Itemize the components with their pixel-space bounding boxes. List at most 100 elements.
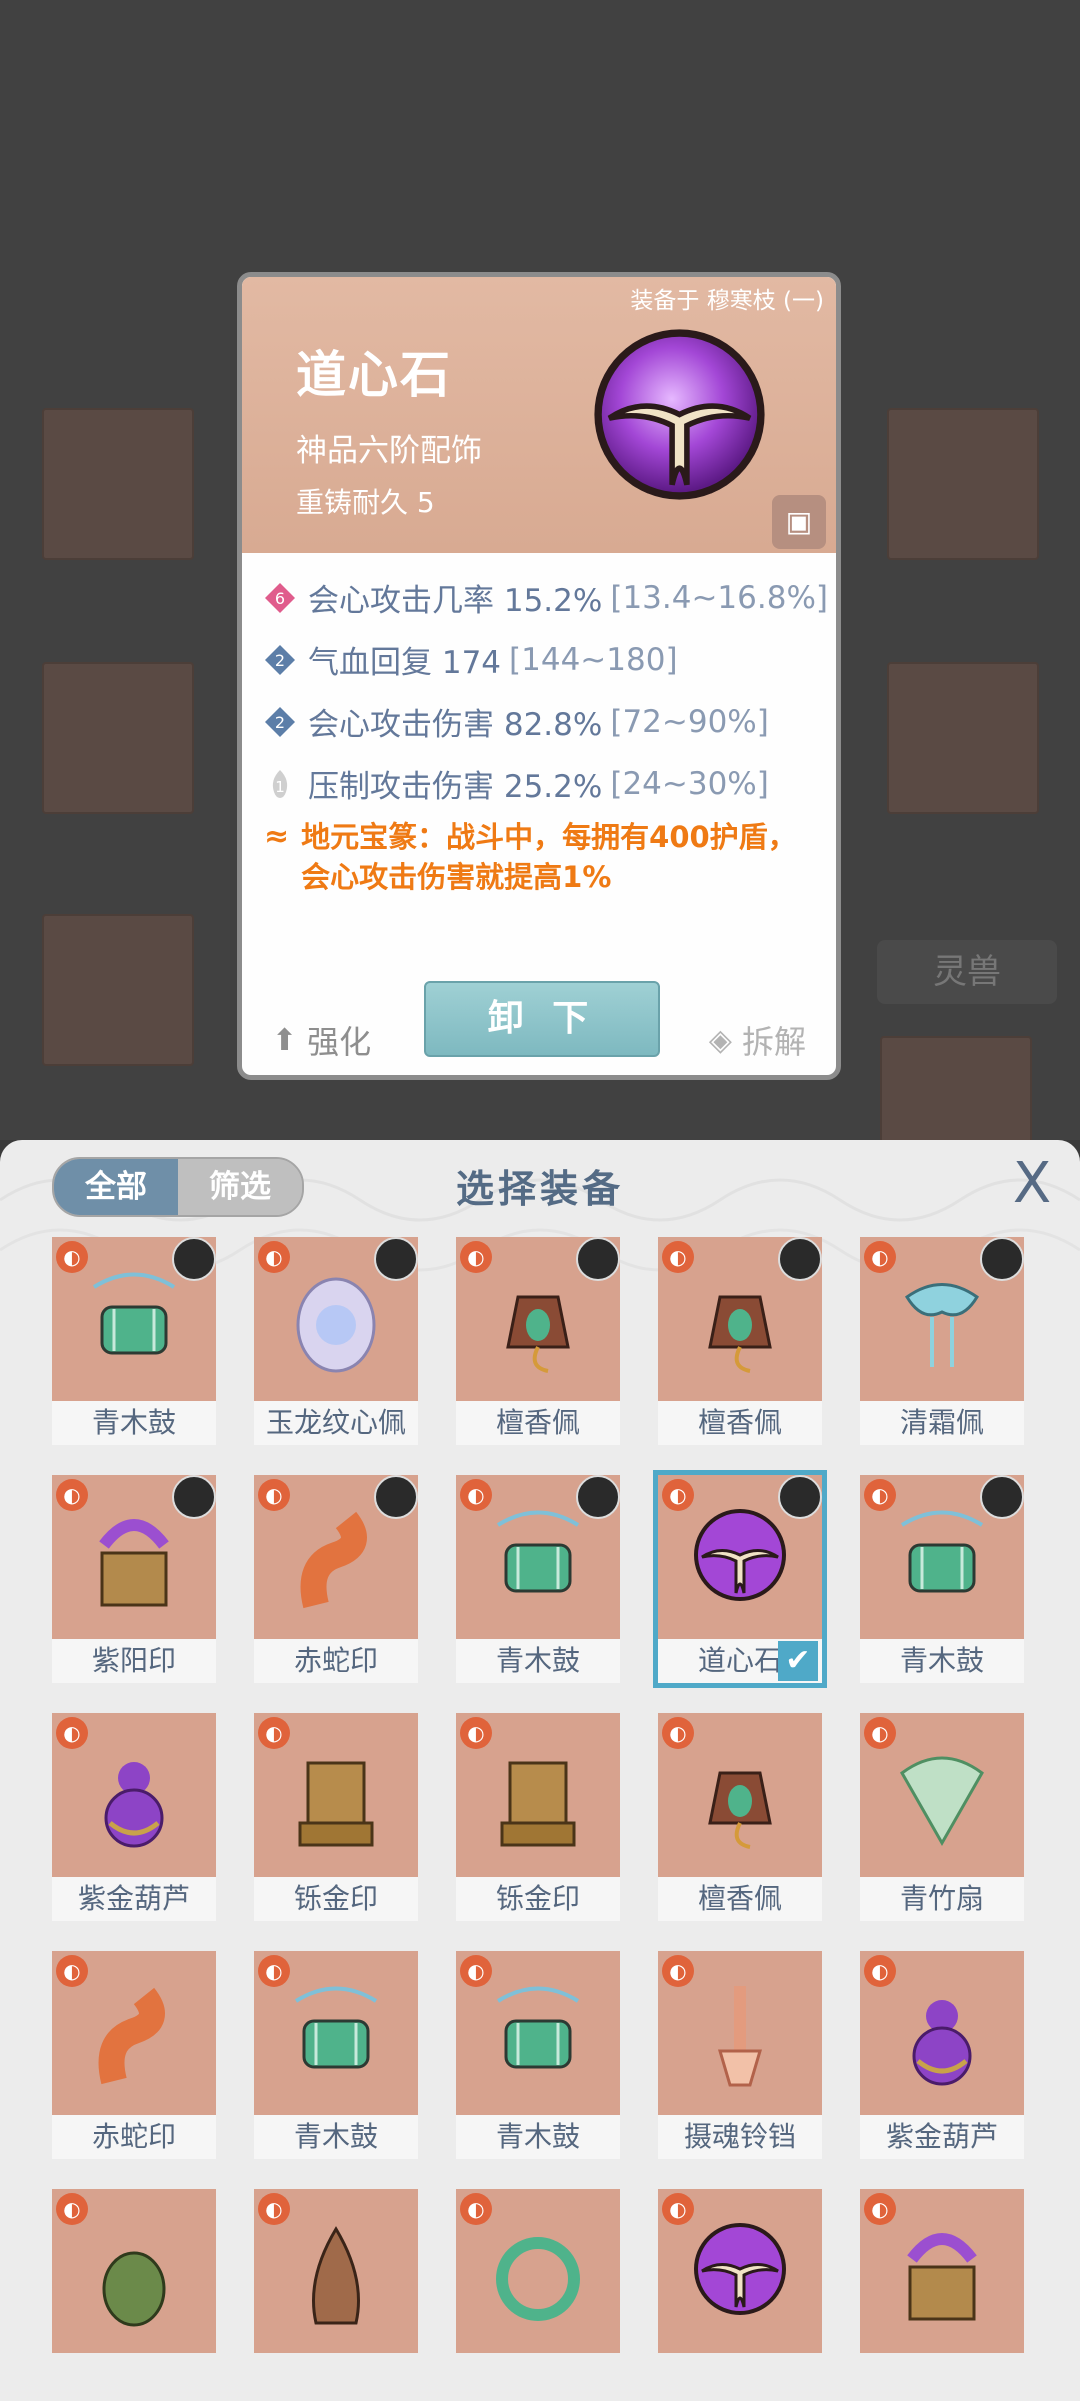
lock-icon[interactable]: ▣ xyxy=(772,495,826,549)
bell-icon xyxy=(690,1267,790,1377)
equipment-slot[interactable]: ◐ 青木鼓 xyxy=(52,1237,216,1445)
equipment-detail-card: 装备于 穆寒枝 (一) 道心石 神品六阶配饰 重铸耐久 5 ▣ 6 会心攻击几率… xyxy=(237,272,841,1080)
stat-row: 2 气血回复 174 [144~180] xyxy=(264,637,678,682)
bg-equip-slot xyxy=(887,408,1039,560)
equipment-slot[interactable]: ◐ 紫金葫芦 xyxy=(860,1951,1024,2159)
lingshou-button[interactable]: 灵兽 xyxy=(877,940,1057,1004)
equipment-slot[interactable]: ◐ 赤蛇印 xyxy=(254,1475,418,1683)
item-label: 青木鼓 xyxy=(456,1639,620,1683)
equipped-on-label: 装备于 穆寒枝 (一) xyxy=(630,288,824,314)
equipment-select-panel: 全部 筛选 选择装备 X ◐ 青木鼓 ◐ 玉龙纹心佩 ◐ 檀香佩 ◐ 檀香佩 ◐ 清霜佩 ◐ 紫阳印 ◐… xyxy=(0,1140,1080,2401)
item-label: 铄金印 xyxy=(254,1877,418,1921)
unequip-button[interactable]: 卸 下 xyxy=(424,981,660,1057)
bell-icon xyxy=(690,1743,790,1853)
bellrod-icon xyxy=(690,1981,790,2091)
item-label: 摄魂铃铛 xyxy=(658,2115,822,2159)
seal-purple-icon xyxy=(84,1505,184,1615)
equipment-slot[interactable]: ◐ xyxy=(52,2189,216,2397)
equipment-slot[interactable]: ◐ 道心石 ✔ xyxy=(653,1470,827,1688)
bell-icon xyxy=(488,1267,588,1377)
stat-label: 会心攻击伤害 82.8% xyxy=(308,707,603,743)
stat-range: [144~180] xyxy=(509,641,678,678)
stat-level-badge-icon: 6 xyxy=(265,582,295,613)
dismantle-icon: ◈ xyxy=(708,1022,732,1058)
item-label: 紫阳印 xyxy=(52,1639,216,1683)
svg-text:2: 2 xyxy=(275,713,285,732)
equipment-slot[interactable]: ◐ 青木鼓 xyxy=(456,1951,620,2159)
bg-equip-slot xyxy=(42,914,194,1066)
dismantle-label: 拆解 xyxy=(741,1023,806,1061)
skill-text: 地元宝篆：战斗中，每拥有400护盾，会心攻击伤害就提高1% xyxy=(301,820,797,894)
item-label: 青木鼓 xyxy=(254,2115,418,2159)
orb-icon xyxy=(690,2219,790,2329)
item-label: 檀香佩 xyxy=(658,1877,822,1921)
svg-text:2: 2 xyxy=(275,651,285,670)
close-icon[interactable]: X xyxy=(1004,1154,1060,1214)
strengthen-button[interactable]: ⬆ 强化 xyxy=(272,1017,371,1063)
equipment-slot[interactable]: ◐ 青木鼓 xyxy=(860,1475,1024,1683)
equipment-slot[interactable]: ◐ xyxy=(860,2189,1024,2397)
equipment-slot[interactable]: ◐ 摄魂铃铛 xyxy=(658,1951,822,2159)
equipment-slot[interactable]: ◐ 檀香佩 xyxy=(456,1237,620,1445)
frost-icon xyxy=(892,1267,992,1377)
stat-row: 2 会心攻击伤害 82.8% [72~90%] xyxy=(264,699,769,744)
equipment-slot[interactable]: ◐ 铄金印 xyxy=(254,1713,418,1921)
equipment-slot[interactable]: ◐ xyxy=(456,2189,620,2397)
item-label: 紫金葫芦 xyxy=(860,2115,1024,2159)
equipment-slot[interactable]: ◐ 紫阳印 xyxy=(52,1475,216,1683)
gourd-icon xyxy=(892,1981,992,2091)
equipment-slot[interactable]: ◐ 青木鼓 xyxy=(456,1475,620,1683)
item-label: 青木鼓 xyxy=(456,2115,620,2159)
gourd-icon xyxy=(84,1743,184,1853)
dismantle-button[interactable]: ◈ 拆解 xyxy=(709,1017,806,1063)
equipment-slot[interactable]: ◐ 铄金印 xyxy=(456,1713,620,1921)
gold-seal-icon xyxy=(488,1743,588,1853)
check-icon: ✔ xyxy=(778,1641,818,1681)
set-skill: ≈ 地元宝篆：战斗中，每拥有400护盾，会心攻击伤害就提高1% xyxy=(264,817,824,897)
equipment-slot[interactable]: ◐ xyxy=(254,2189,418,2397)
stat-label: 气血回复 174 xyxy=(308,645,502,681)
stat-label: 压制攻击伤害 25.2% xyxy=(308,769,603,805)
equipment-slot[interactable]: ◐ 青木鼓 xyxy=(254,1951,418,2159)
stat-level-badge-icon: 1 xyxy=(272,769,288,798)
card-header: 装备于 穆寒枝 (一) 道心石 神品六阶配饰 重铸耐久 5 ▣ xyxy=(242,277,836,553)
daoxin-stone-icon xyxy=(594,329,765,500)
item-name: 道心石 xyxy=(296,346,452,404)
seal-purple-icon xyxy=(892,2219,992,2329)
equipment-slot[interactable]: ◐ 清霜佩 xyxy=(860,1237,1024,1445)
item-label: 铄金印 xyxy=(456,1877,620,1921)
equipment-slot[interactable]: ◐ 檀香佩 xyxy=(658,1713,822,1921)
beetle-icon xyxy=(84,2219,184,2329)
equipment-slot[interactable]: ◐ 紫金葫芦 xyxy=(52,1713,216,1921)
stat-range: [72~90%] xyxy=(610,703,769,740)
pendant-silver-icon xyxy=(286,1267,386,1377)
skill-icon: ≈ xyxy=(264,819,290,854)
item-label: 紫金葫芦 xyxy=(52,1877,216,1921)
item-label: 檀香佩 xyxy=(456,1401,620,1445)
snake-icon xyxy=(286,1505,386,1615)
equipment-slot[interactable]: ◐ 玉龙纹心佩 xyxy=(254,1237,418,1445)
gold-seal-icon xyxy=(286,1743,386,1853)
orb-icon xyxy=(690,1505,790,1615)
stat-level-badge-icon: 2 xyxy=(265,644,295,675)
item-label: 青木鼓 xyxy=(860,1639,1024,1683)
svg-text:6: 6 xyxy=(275,589,285,608)
drum-icon xyxy=(892,1505,992,1615)
item-label: 檀香佩 xyxy=(658,1401,822,1445)
item-label: 赤蛇印 xyxy=(52,2115,216,2159)
item-durability: 重铸耐久 5 xyxy=(296,486,435,519)
drum-icon xyxy=(488,1981,588,2091)
equipment-slot[interactable]: ◐ 赤蛇印 xyxy=(52,1951,216,2159)
stat-row: 1 压制攻击伤害 25.2% [24~30%] xyxy=(264,761,769,806)
equipment-slot[interactable]: ◐ 青竹扇 xyxy=(860,1713,1024,1921)
bg-equip-slot xyxy=(887,662,1039,814)
equipment-slot[interactable]: ◐ xyxy=(658,2189,822,2397)
equipment-slot[interactable]: ◐ 檀香佩 xyxy=(658,1237,822,1445)
stat-level-badge-icon: 2 xyxy=(265,706,295,737)
drum-icon xyxy=(286,1981,386,2091)
bg-equip-slot xyxy=(42,408,194,560)
stat-range: [24~30%] xyxy=(610,765,769,802)
jade-ring-icon xyxy=(488,2219,588,2329)
item-label: 青竹扇 xyxy=(860,1877,1024,1921)
shell-icon xyxy=(286,2219,386,2329)
